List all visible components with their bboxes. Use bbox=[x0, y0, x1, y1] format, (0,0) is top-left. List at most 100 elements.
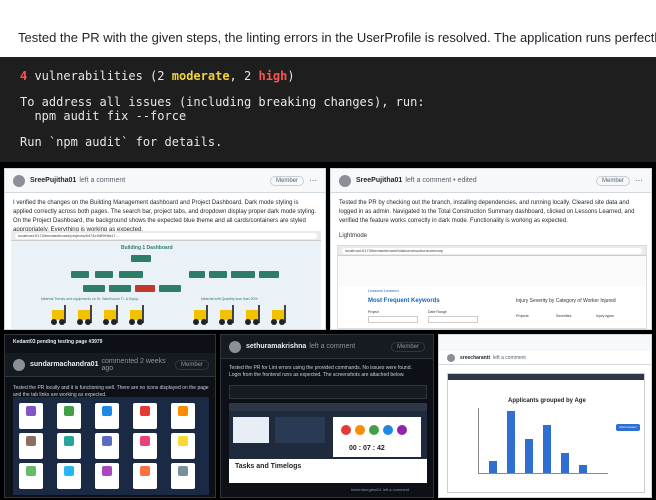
comment-panel-building-dashboard: SreePujitha01 left a comment Member ⋯ I … bbox=[4, 168, 326, 330]
tasks-timelogs-title: Tasks and Timelogs bbox=[235, 463, 302, 470]
browser-bar: localhost:5173/bmdashboard/projects/6474… bbox=[11, 231, 321, 241]
comment-header: SreePujitha01 left a comment • edited Me… bbox=[331, 169, 651, 193]
tree-node[interactable] bbox=[95, 271, 113, 278]
tool-tile[interactable] bbox=[133, 403, 157, 429]
comment-panel-lessons-learned: SreePujitha01 left a comment • edited Me… bbox=[330, 168, 652, 330]
separator: , bbox=[229, 69, 244, 83]
chart-bar bbox=[507, 411, 515, 473]
comment-author[interactable]: sreecharantt bbox=[460, 355, 490, 361]
tree-node[interactable] bbox=[109, 285, 131, 292]
injury-types-column: Injury types bbox=[596, 314, 614, 318]
more-options-icon[interactable]: ⋯ bbox=[309, 176, 317, 185]
tree-node[interactable] bbox=[135, 285, 155, 292]
fix-command-line: npm audit fix --force bbox=[20, 109, 187, 123]
chart-bar bbox=[489, 461, 497, 473]
moderate-count: 2 bbox=[157, 69, 165, 83]
chart-plot-area bbox=[478, 408, 608, 474]
lightmode-label: Lightmode bbox=[339, 233, 368, 239]
member-badge: Member bbox=[269, 175, 304, 186]
forklift-icon bbox=[127, 305, 149, 325]
projects-column: Projects bbox=[516, 314, 529, 318]
high-count: 2 bbox=[244, 69, 252, 83]
tool-tile[interactable] bbox=[171, 463, 195, 489]
comment-header: SreePujitha01 left a comment Member ⋯ bbox=[5, 169, 325, 193]
tool-tile[interactable] bbox=[95, 403, 119, 429]
dashboard-screenshot: localhost:5173/bmdashboard/projects/6474… bbox=[11, 231, 321, 329]
member-badge: Member bbox=[595, 175, 630, 186]
moderate-label: moderate bbox=[171, 69, 230, 83]
forklift-icon bbox=[217, 305, 239, 325]
chart-bar bbox=[525, 439, 533, 473]
comment-action: commented 2 weeks ago bbox=[101, 357, 166, 372]
tree-node[interactable] bbox=[189, 271, 205, 278]
tool-tile[interactable] bbox=[19, 433, 43, 459]
member-badge: Member bbox=[390, 341, 425, 352]
url-bar[interactable]: localhost:5173/bmdashboard/projects/6474… bbox=[15, 232, 317, 239]
vuln-text: vulnerabilities ( bbox=[27, 69, 158, 83]
tree-node[interactable] bbox=[159, 285, 181, 292]
avatar[interactable] bbox=[339, 174, 351, 187]
comment-author[interactable]: SreePujitha01 bbox=[356, 177, 402, 184]
comment-header: sethuramakrishna left a comment Member bbox=[221, 335, 433, 359]
tools-grid-screenshot bbox=[13, 397, 209, 495]
tree-node[interactable] bbox=[259, 271, 279, 278]
tool-tile[interactable] bbox=[95, 433, 119, 459]
progress-circle bbox=[383, 425, 393, 435]
tree-node[interactable] bbox=[83, 285, 105, 292]
comment-author[interactable]: sundarmachandra01 bbox=[30, 361, 98, 368]
comment-panel-applicants-chart: sreecharantt left a comment Applicants g… bbox=[438, 334, 652, 498]
forklift-icon bbox=[75, 305, 97, 325]
tool-tile[interactable] bbox=[171, 433, 195, 459]
comment-panel-pending-testing: Kedant03 pending testing page #3979 sund… bbox=[4, 334, 216, 498]
avatar[interactable] bbox=[229, 340, 241, 353]
tree-node[interactable] bbox=[71, 271, 89, 278]
tool-tile[interactable] bbox=[19, 403, 43, 429]
dashboard-screenshot: 00 : 07 : 42 Tasks and Timelogs bbox=[229, 403, 427, 483]
tool-tile[interactable] bbox=[19, 463, 43, 489]
address-line: To address all issues (including breakin… bbox=[20, 95, 425, 109]
tool-tile[interactable] bbox=[133, 463, 157, 489]
tree-node[interactable] bbox=[231, 271, 255, 278]
add-reviewer-button[interactable]: Add reviewer bbox=[616, 424, 640, 431]
comment-action: left a comment bbox=[309, 343, 356, 350]
forklift-icon bbox=[191, 305, 213, 325]
avatar[interactable] bbox=[447, 353, 455, 362]
browser-bar: localhost:5173/bmdashboard/totalconstruc… bbox=[338, 246, 646, 256]
code-block bbox=[229, 385, 427, 399]
tool-tile[interactable] bbox=[95, 463, 119, 489]
tool-tile[interactable] bbox=[171, 403, 195, 429]
vulnerability-line: 4 vulnerabilities (2 moderate, 2 high) bbox=[20, 69, 636, 83]
tree-node[interactable] bbox=[119, 271, 143, 278]
tool-tile[interactable] bbox=[57, 433, 81, 459]
comment-action: left a comment • edited bbox=[405, 177, 477, 184]
screenshot-collage: Tested the PR with the given steps, the … bbox=[0, 0, 656, 500]
keywords-title: Most Frequent Keywords bbox=[368, 298, 440, 304]
avatar[interactable] bbox=[13, 358, 25, 371]
tree-node[interactable] bbox=[209, 271, 227, 278]
tree-node[interactable] bbox=[131, 255, 151, 262]
url-bar[interactable]: localhost:5173/bmdashboard/totalconstruc… bbox=[342, 247, 642, 254]
forklift-icon bbox=[49, 305, 71, 325]
tool-tile[interactable] bbox=[57, 463, 81, 489]
date-range-label: Date Range bbox=[428, 310, 447, 314]
avatar[interactable] bbox=[13, 174, 25, 187]
more-options-icon[interactable]: ⋯ bbox=[635, 176, 643, 185]
date-range-input[interactable] bbox=[428, 316, 478, 323]
chart-screenshot: Applicants grouped by Age Add reviewer bbox=[447, 373, 645, 493]
dashboard-title: Building 1 Dashboard bbox=[121, 245, 173, 251]
progress-circle bbox=[341, 425, 351, 435]
comment-author[interactable]: sethuramakrishna bbox=[246, 343, 306, 350]
close-paren: ) bbox=[287, 69, 295, 83]
lessons-learned-link[interactable]: Lessons Learned bbox=[368, 288, 399, 293]
caption-right: Material with Quantity less than 20% bbox=[201, 297, 258, 301]
terminal-output: 4 vulnerabilities (2 moderate, 2 high) T… bbox=[0, 57, 656, 162]
tool-tile[interactable] bbox=[57, 403, 81, 429]
chart-bar bbox=[543, 425, 551, 473]
forklift-icon bbox=[101, 305, 123, 325]
project-select[interactable] bbox=[368, 316, 418, 323]
summary-screenshot: localhost:5173/bmdashboard/totalconstruc… bbox=[337, 245, 647, 329]
tool-tile[interactable] bbox=[133, 433, 157, 459]
comment-author[interactable]: SreePujitha01 bbox=[30, 177, 76, 184]
progress-circle bbox=[397, 425, 407, 435]
project-label: Project bbox=[368, 310, 379, 314]
